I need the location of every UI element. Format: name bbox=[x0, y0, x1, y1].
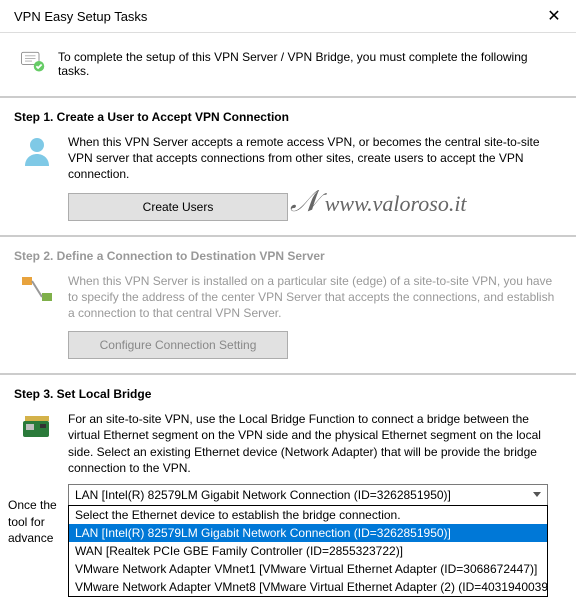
adapter-select[interactable]: LAN [Intel(R) 82579LM Gigabit Network Co… bbox=[68, 484, 548, 506]
step-2-title: Step 2. Define a Connection to Destinati… bbox=[14, 249, 560, 263]
adapter-option[interactable]: WAN [Realtek PCIe GBE Family Controller … bbox=[69, 542, 547, 560]
dropdown-header: Select the Ethernet device to establish … bbox=[69, 506, 547, 524]
connection-icon bbox=[20, 273, 54, 310]
adapter-option[interactable]: VMware Network Adapter VMnet1 [VMware Vi… bbox=[69, 560, 547, 578]
adapter-dropdown-list: Select the Ethernet device to establish … bbox=[68, 505, 548, 597]
adapter-dropdown[interactable]: LAN [Intel(R) 82579LM Gigabit Network Co… bbox=[68, 484, 560, 506]
step-1-desc: When this VPN Server accepts a remote ac… bbox=[68, 134, 560, 183]
watermark: 𝒩www.valoroso.it bbox=[290, 185, 467, 219]
close-button[interactable]: ✕ bbox=[542, 6, 566, 26]
step-2-desc: When this VPN Server is installed on a p… bbox=[68, 273, 560, 322]
user-icon bbox=[20, 134, 54, 171]
intro-section: To complete the setup of this VPN Server… bbox=[0, 33, 576, 98]
step-3-title: Step 3. Set Local Bridge bbox=[14, 387, 560, 401]
nic-icon bbox=[20, 411, 54, 448]
adapter-option[interactable]: VMware Network Adapter VMnet8 [VMware Vi… bbox=[69, 578, 547, 596]
intro-text: To complete the setup of this VPN Server… bbox=[58, 47, 560, 78]
configure-connection-button: Configure Connection Setting bbox=[68, 331, 288, 359]
titlebar: VPN Easy Setup Tasks ✕ bbox=[0, 0, 576, 33]
adapter-option[interactable]: LAN [Intel(R) 82579LM Gigabit Network Co… bbox=[69, 524, 547, 542]
create-users-button[interactable]: Create Users bbox=[68, 193, 288, 221]
tasks-icon bbox=[18, 47, 46, 78]
step-2: Step 2. Define a Connection to Destinati… bbox=[0, 237, 576, 374]
step-3-desc: For an site-to-site VPN, use the Local B… bbox=[68, 411, 560, 476]
window-title: VPN Easy Setup Tasks bbox=[14, 9, 147, 24]
step-3: Step 3. Set Local Bridge For an site-to-… bbox=[0, 375, 576, 520]
step-1-title: Step 1. Create a User to Accept VPN Conn… bbox=[14, 110, 560, 124]
step-1: Step 1. Create a User to Accept VPN Conn… bbox=[0, 98, 576, 235]
bottom-hint: Once the tool for advance bbox=[8, 497, 68, 546]
